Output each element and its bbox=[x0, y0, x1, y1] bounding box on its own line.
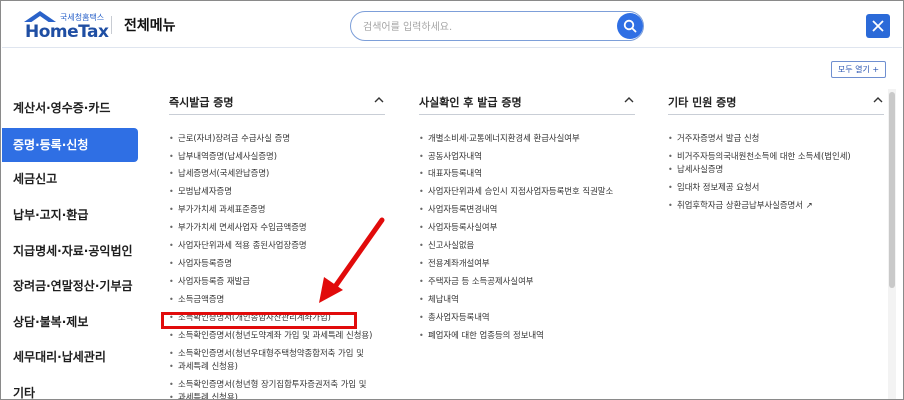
list-item[interactable]: 소득금액증명 bbox=[169, 293, 224, 307]
list-item[interactable]: 대표자등록내역 bbox=[419, 167, 482, 181]
scrollbar-thumb[interactable] bbox=[889, 92, 895, 288]
column-header[interactable]: 즉시발급 증명 bbox=[169, 89, 385, 115]
window-frame: 국세청홈택스 HomeTax 전체메뉴 모두 열기 + 계산서·영수증·카드 증… bbox=[0, 0, 904, 400]
column-title: 사실확인 후 발급 증명 bbox=[419, 96, 522, 109]
column-header[interactable]: 사실확인 후 발급 증명 bbox=[419, 89, 635, 115]
list-item-continued[interactable]: 과세특례 신청용) bbox=[169, 360, 238, 374]
list-item-continued[interactable]: 납세사실증명 bbox=[668, 163, 723, 177]
close-icon bbox=[872, 20, 884, 32]
list-item-continued[interactable]: 과세특례 신청용) bbox=[169, 391, 238, 399]
list-item[interactable]: 납세증명서(국세완납증명) bbox=[169, 167, 269, 181]
list-item[interactable]: 사업자등록증명 bbox=[169, 257, 232, 271]
list-item[interactable]: 전용계좌개설여부 bbox=[419, 257, 490, 271]
sidebar-item-consulting[interactable]: 상담·불복·제보 bbox=[2, 305, 138, 339]
list-item[interactable]: 비거주자등의국내원천소득에 대한 소득세(법인세) bbox=[668, 150, 851, 164]
header-divider bbox=[111, 16, 112, 34]
sidebar-item-incentives[interactable]: 장려금·연말정산·기부금 bbox=[2, 269, 138, 303]
list-item[interactable]: 체납내역 bbox=[419, 293, 459, 307]
list-item[interactable]: 사업자단위과세 적용 종된사업장증명 bbox=[169, 239, 307, 253]
column-title: 기타 민원 증명 bbox=[668, 96, 737, 109]
list-item[interactable]: 주택자금 등 소득공제사실여부 bbox=[419, 275, 534, 289]
list-item[interactable]: 공동사업자내역 bbox=[419, 150, 482, 164]
header: 국세청홈택스 HomeTax 전체메뉴 bbox=[2, 2, 902, 48]
search-icon bbox=[623, 19, 637, 33]
list-item[interactable]: 소득확인증명서(청년도약계좌 가입 및 과세특례 신청용) bbox=[169, 329, 372, 343]
list-item[interactable]: 거주자증명서 발급 신청 bbox=[668, 132, 759, 146]
list-item[interactable]: 근로(자녀)장려금 수급사실 증명 bbox=[169, 132, 290, 146]
page-title: 전체메뉴 bbox=[124, 18, 176, 34]
sidebar-item-invoices[interactable]: 계산서·영수증·카드 bbox=[2, 91, 138, 125]
sidebar-item-tax-return[interactable]: 세금신고 bbox=[2, 162, 138, 196]
column-header[interactable]: 기타 민원 증명 bbox=[668, 89, 884, 115]
list-item[interactable]: 사업자등록증 재발급 bbox=[169, 275, 250, 289]
expand-all-button[interactable]: 모두 열기 + bbox=[831, 61, 886, 78]
sidebar-item-payment[interactable]: 납부·고지·환급 bbox=[2, 198, 138, 232]
chevron-up-icon bbox=[873, 97, 883, 103]
list-item[interactable]: 소득확인증명서(청년형 장기집합투자증권저축 가입 및 bbox=[169, 378, 366, 392]
list-item[interactable]: 납부내역증명(납세사실증명) bbox=[169, 150, 277, 164]
list-item[interactable]: 모범납세자증명 bbox=[169, 185, 232, 199]
search-button[interactable] bbox=[617, 13, 643, 39]
list-item[interactable]: 부가가치세 과세표준증명 bbox=[169, 203, 265, 217]
sidebar-item-tax-agent[interactable]: 세무대리·납세관리 bbox=[2, 340, 138, 374]
chevron-up-icon bbox=[624, 97, 634, 103]
list-item[interactable]: 사업자등록변경내역 bbox=[419, 203, 497, 217]
list-item[interactable]: 부가가치세 면세사업자 수입금액증명 bbox=[169, 221, 307, 235]
annotation-highlight-box bbox=[161, 312, 357, 329]
list-item[interactable]: 총사업자등록내역 bbox=[419, 311, 490, 325]
list-item[interactable]: 사업자등록사실여부 bbox=[419, 221, 497, 235]
sidebar-item-certificates[interactable]: 증명·등록·신청 bbox=[2, 128, 138, 162]
sidebar: 계산서·영수증·카드 증명·등록·신청 세금신고 납부·고지·환급 지급명세·자… bbox=[2, 91, 138, 399]
list-item[interactable]: 소득확인증명서(청년우대형주택청약종합저축 가입 및 bbox=[169, 347, 364, 361]
list-item[interactable]: 폐업자에 대한 업종등의 정보내역 bbox=[419, 329, 544, 343]
logo-text: HomeTax bbox=[25, 22, 109, 42]
hometax-logo[interactable]: 국세청홈택스 HomeTax bbox=[20, 11, 120, 42]
search-box bbox=[350, 11, 644, 41]
close-button[interactable] bbox=[866, 14, 890, 38]
search-input[interactable] bbox=[363, 18, 613, 36]
list-item[interactable]: 사업자단위과세 승인시 지점사업자등록번호 직권말소 bbox=[419, 185, 613, 199]
list-item[interactable]: 취업후학자금 상환금납부사실증명서 ↗ bbox=[668, 199, 813, 213]
column-title: 즉시발급 증명 bbox=[169, 96, 234, 109]
list-item[interactable]: 임대차 정보제공 요청서 bbox=[668, 181, 759, 195]
list-item[interactable]: 개별소비세·교통에너지환경세 환급사실여부 bbox=[419, 132, 580, 146]
sidebar-item-etc[interactable]: 기타 bbox=[2, 376, 138, 399]
chevron-up-icon bbox=[374, 97, 384, 103]
list-item[interactable]: 신고사실없음 bbox=[419, 239, 474, 253]
sidebar-item-statements[interactable]: 지급명세·자료·공익법인 bbox=[2, 234, 138, 268]
